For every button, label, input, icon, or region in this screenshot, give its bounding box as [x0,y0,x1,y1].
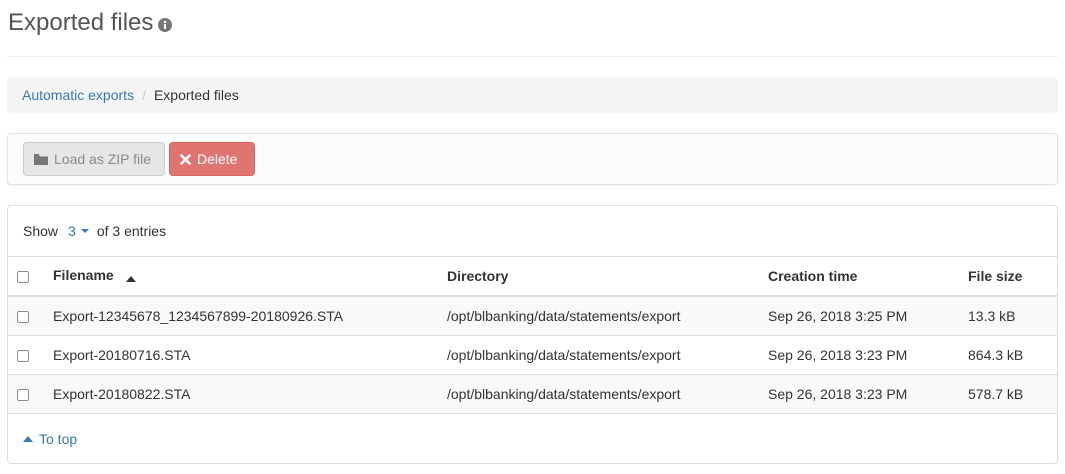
row-checkbox[interactable] [17,311,29,324]
entries-count: 3 [68,223,76,239]
to-top-link[interactable]: To top [23,431,77,447]
to-top-label: To top [39,430,78,447]
files-panel: Show 3 of 3 entries Filename Directory C… [7,205,1058,464]
triangle-up-icon [23,435,33,442]
select-all-checkbox[interactable] [17,271,29,284]
filename-cell: Export-20180822.STA [53,385,191,402]
load-zip-button[interactable]: Load as ZIP file [23,142,165,176]
table-row[interactable]: Export-20180822.STA /opt/blbanking/data/… [8,374,1057,413]
file-size-cell: 864.3 kB [968,346,1024,363]
folder-icon [34,153,48,165]
entries-suffix: of 3 entries [96,223,167,239]
breadcrumb: Automatic exports / Exported files [7,77,1058,113]
file-size-cell: 13.3 kB [968,307,1016,324]
directory-cell: /opt/blbanking/data/statements/export [447,385,681,402]
page-title-text: Exported files [8,9,154,36]
entries-control: Show 3 of 3 entries [8,206,1057,257]
column-header-creation-time[interactable]: Creation time [768,257,968,296]
files-table: Filename Directory Creation time File si… [8,257,1057,414]
row-check-cell [8,296,53,335]
page-header: Exported files [7,0,1058,57]
times-icon [180,153,191,165]
breadcrumb-separator: / [142,87,146,103]
creation-time-cell: Sep 26, 2018 3:25 PM [768,307,908,324]
table-row[interactable]: Export-12345678_1234567899-20180926.STA … [8,296,1057,335]
caret-down-icon [80,229,89,233]
load-zip-label: Load as ZIP file [54,151,152,167]
filename-cell: Export-20180716.STA [53,346,191,363]
filename-cell: Export-12345678_1234567899-20180926.STA [53,307,344,324]
column-header-filename-label: Filename [53,267,114,284]
row-check-cell [8,335,53,374]
select-all-cell [8,257,53,296]
toolbar: Load as ZIP file Delete [7,133,1058,185]
directory-cell: /opt/blbanking/data/statements/export [447,307,681,324]
creation-time-cell: Sep 26, 2018 3:23 PM [768,385,908,402]
delete-label: Delete [197,151,238,167]
table-row[interactable]: Export-20180716.STA /opt/blbanking/data/… [8,335,1057,374]
column-header-file-size[interactable]: File size [968,257,1057,296]
sort-asc-icon [125,269,136,285]
page: Exported files Automatic exports / Expor… [0,0,1065,474]
row-check-cell [8,374,53,413]
column-header-directory[interactable]: Directory [447,257,768,296]
column-header-filename[interactable]: Filename [53,257,447,296]
file-size-cell: 578.7 kB [968,385,1024,402]
creation-time-cell: Sep 26, 2018 3:23 PM [768,346,908,363]
breadcrumb-link-automatic-exports[interactable]: Automatic exports [22,87,134,103]
delete-button[interactable]: Delete [169,142,255,176]
show-label: Show [23,223,59,239]
info-icon[interactable] [158,17,173,32]
row-checkbox[interactable] [17,349,29,362]
table-header-row: Filename Directory Creation time File si… [8,257,1057,296]
directory-cell: /opt/blbanking/data/statements/export [447,346,681,363]
breadcrumb-current: Exported files [153,87,239,103]
row-checkbox[interactable] [17,388,29,401]
page-title: Exported files [8,9,173,37]
panel-footer: To top [8,414,1057,464]
entries-per-page-select[interactable]: 3 [68,223,89,239]
